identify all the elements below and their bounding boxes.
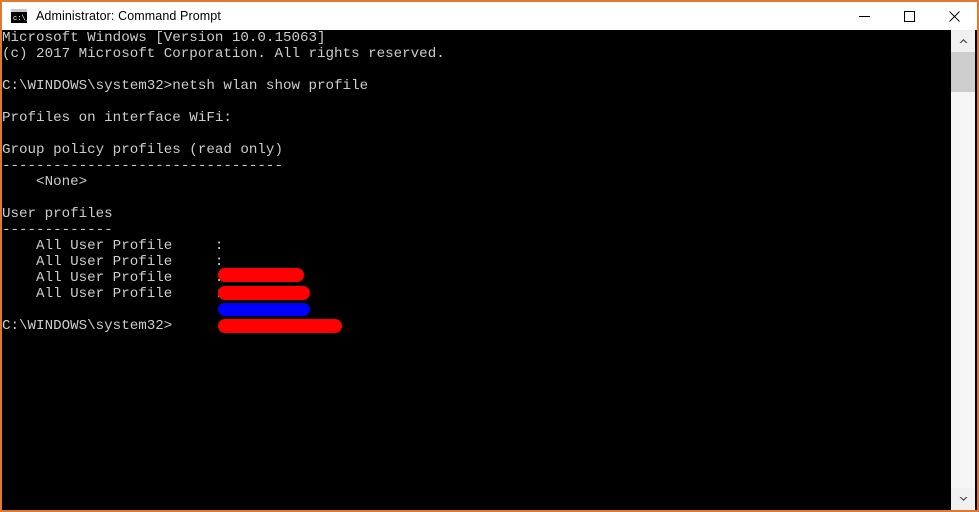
chevron-up-icon (959, 39, 967, 43)
minimize-button[interactable] (842, 2, 887, 30)
ssid-redaction-1 (218, 268, 304, 282)
window-titlebar[interactable]: c:\_ Administrator: Command Prompt (2, 2, 977, 30)
maximize-icon (904, 10, 915, 22)
window-title: Administrator: Command Prompt (36, 9, 221, 23)
scrollbar-down-button[interactable] (951, 488, 975, 510)
console-output-area[interactable]: Microsoft Windows [Version 10.0.15063] (… (2, 30, 953, 510)
maximize-button[interactable] (887, 2, 932, 30)
ssid-redaction-3 (218, 303, 310, 316)
scrollbar-track[interactable] (951, 52, 975, 488)
ssid-redaction-2 (218, 286, 310, 300)
vertical-scrollbar[interactable] (951, 30, 975, 510)
svg-text:c:\_: c:\_ (13, 15, 28, 23)
ssid-redaction-4 (218, 319, 342, 333)
close-icon (949, 10, 960, 22)
chevron-down-icon (959, 497, 967, 501)
minimize-icon (859, 15, 870, 17)
console-icon[interactable]: c:\_ (10, 8, 28, 24)
scrollbar-thumb[interactable] (951, 52, 975, 92)
close-button[interactable] (932, 2, 977, 30)
scrollbar-up-button[interactable] (951, 30, 975, 52)
command-prompt-window: c:\_ Administrator: Command Prompt Micro… (0, 0, 979, 512)
